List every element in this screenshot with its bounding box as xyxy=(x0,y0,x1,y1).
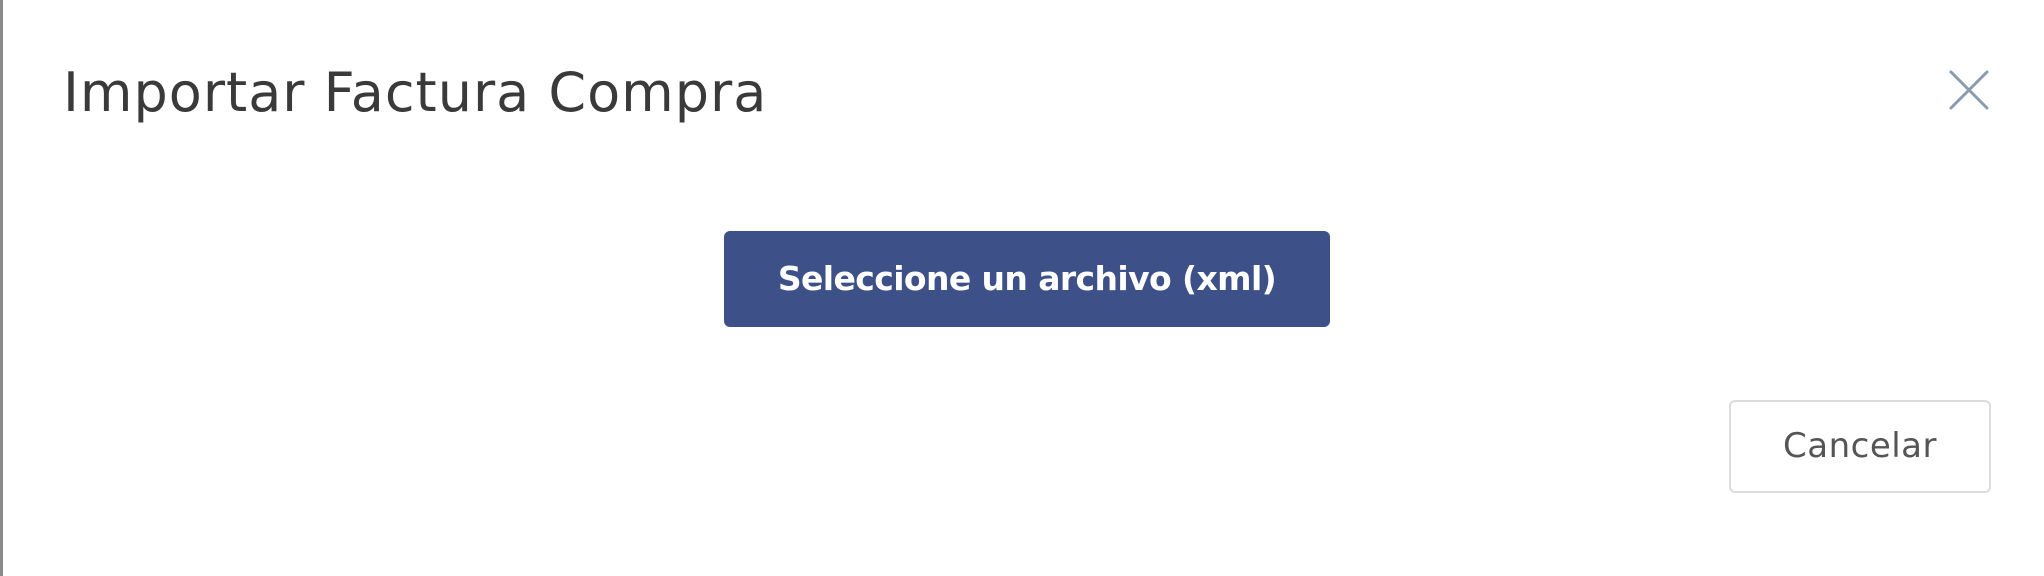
modal-left-border xyxy=(0,0,3,576)
import-invoice-modal: Importar Factura Compra Seleccione un ar… xyxy=(0,0,2044,576)
select-xml-file-button[interactable]: Seleccione un archivo (xml) xyxy=(724,231,1330,327)
modal-title: Importar Factura Compra xyxy=(63,61,768,124)
cancel-button[interactable]: Cancelar xyxy=(1729,400,1991,493)
close-icon xyxy=(1949,70,1989,110)
close-button[interactable] xyxy=(1945,66,1993,114)
